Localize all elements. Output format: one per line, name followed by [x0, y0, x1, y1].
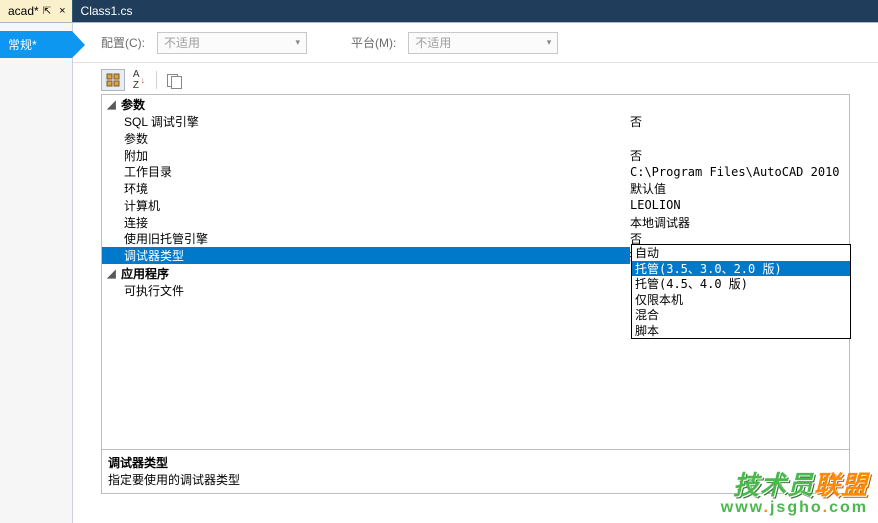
file-tabs-bar: acad* ⇱ × Class1.cs	[0, 0, 878, 22]
combo-option[interactable]: 脚本	[632, 323, 850, 339]
sort-button[interactable]: AZ↓	[127, 69, 151, 91]
row-sql-engine[interactable]: SQL 调试引擎否	[102, 113, 849, 130]
platform-value: 不适用	[415, 34, 451, 51]
row-env[interactable]: 环境默认值	[102, 180, 849, 197]
group-title: 参数	[121, 96, 145, 113]
config-dropdown[interactable]: 不适用 ▾	[157, 32, 307, 54]
side-tab-label: 常规*	[8, 36, 37, 53]
property-pages-button[interactable]	[162, 69, 186, 91]
tab-label: acad*	[8, 4, 39, 18]
platform-dropdown[interactable]: 不适用 ▾	[408, 32, 558, 54]
tab-class1[interactable]: Class1.cs	[73, 0, 139, 22]
main-panel: 配置(C): 不适用 ▾ 平台(M): 不适用 ▾ AZ↓	[73, 23, 878, 523]
row-attach[interactable]: 附加否	[102, 147, 849, 164]
pin-icon[interactable]: ⇱	[43, 6, 51, 17]
combo-option[interactable]: 托管(3.5、3.0、2.0 版)	[632, 261, 850, 277]
collapse-icon[interactable]: ◢	[106, 99, 117, 110]
pages-icon	[167, 74, 181, 86]
sidebar: 常规*	[0, 23, 73, 523]
toolbar-separator	[156, 71, 157, 89]
combo-option[interactable]: 混合	[632, 307, 850, 323]
debugger-type-popup: 自动托管(3.5、3.0、2.0 版)托管(4.5、4.0 版)仅限本机混合脚本	[631, 244, 851, 339]
group-parameters[interactable]: ◢ 参数	[102, 95, 849, 113]
chevron-down-icon: ▾	[547, 37, 552, 48]
row-workdir[interactable]: 工作目录C:\Program Files\AutoCAD 2010	[102, 163, 849, 180]
combo-option[interactable]: 自动	[632, 245, 850, 261]
platform-label: 平台(M):	[351, 34, 396, 51]
row-params[interactable]: 参数	[102, 130, 849, 147]
categorize-icon	[106, 73, 120, 87]
row-connect[interactable]: 连接本地调试器	[102, 214, 849, 231]
sort-az-icon: AZ↓	[133, 69, 145, 91]
property-grid: ◢ 参数 SQL 调试引擎否 参数 附加否 工作目录C:\Program Fil…	[101, 94, 850, 450]
combo-option[interactable]: 托管(4.5、4.0 版)	[632, 276, 850, 292]
group-title: 应用程序	[121, 265, 169, 282]
close-icon[interactable]: ×	[59, 5, 65, 17]
collapse-icon[interactable]: ◢	[106, 268, 117, 279]
watermark: 技术员联盟 www.jsgho.com	[721, 471, 868, 517]
config-bar: 配置(C): 不适用 ▾ 平台(M): 不适用 ▾	[73, 23, 878, 63]
description-title: 调试器类型	[108, 454, 843, 471]
categorize-button[interactable]	[101, 69, 125, 91]
row-computer[interactable]: 计算机LEOLION	[102, 197, 849, 214]
combo-option[interactable]: 仅限本机	[632, 292, 850, 308]
tab-label: Class1.cs	[81, 4, 133, 18]
config-value: 不适用	[164, 34, 200, 51]
side-tab-general[interactable]: 常规*	[0, 31, 72, 58]
config-label: 配置(C):	[101, 34, 145, 51]
tab-acad[interactable]: acad* ⇱ ×	[0, 0, 72, 22]
chevron-down-icon: ▾	[295, 37, 300, 48]
property-toolbar: AZ↓	[73, 63, 878, 91]
